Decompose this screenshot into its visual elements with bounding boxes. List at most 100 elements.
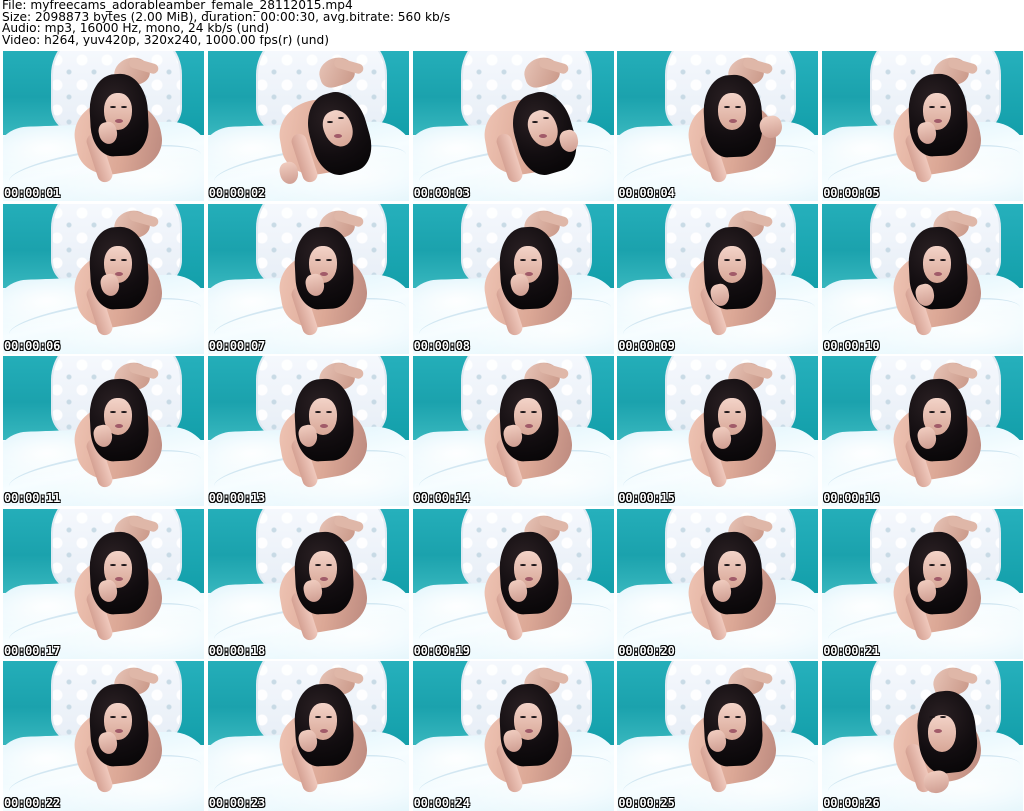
right-eye [337, 117, 344, 119]
thumbnail-timestamp: 00:00:06 [4, 338, 61, 353]
thumbnail-timestamp: 00:00:20 [618, 643, 675, 658]
right-eye [940, 258, 947, 261]
video-thumbnail: 00:00:26 [822, 661, 1024, 811]
video-thumbnail: 00:00:21 [822, 508, 1024, 659]
person-face [923, 245, 952, 283]
video-thumbnail: 00:00:03 [412, 51, 614, 201]
lips [538, 134, 547, 138]
video-thumbnail: 00:00:17 [3, 508, 204, 659]
thumbnail-timestamp: 00:00:08 [413, 338, 470, 353]
file-info-header: File: myfreecams_adorableamber_female_28… [2, 0, 1012, 46]
lips [115, 729, 123, 733]
thumbnail-timestamp: 00:00:03 [413, 186, 470, 200]
right-eye [940, 563, 947, 566]
thumbnail-timestamp: 00:00:04 [618, 186, 675, 200]
video-thumbnail: 00:00:01 [3, 51, 204, 201]
thumbnail-timestamp: 00:00:24 [413, 796, 470, 810]
video-thumbnail: 00:00:05 [822, 51, 1024, 201]
lips [934, 271, 943, 276]
video-thumbnail: 00:00:08 [412, 203, 614, 354]
thumbnail-timestamp: 00:00:22 [4, 796, 61, 810]
left-eye [929, 563, 936, 566]
lips [729, 576, 738, 581]
thumbnail-timestamp: 00:00:16 [823, 491, 880, 505]
lips [333, 134, 342, 138]
lips [115, 119, 123, 123]
left-eye [314, 411, 321, 413]
thumbnail-grid: 00:00:01 00:00:02 00:00:03 00:00:04 00:0… [3, 51, 1024, 811]
left-eye [519, 563, 526, 566]
right-eye [325, 411, 332, 413]
left-eye [724, 258, 731, 261]
lips [524, 424, 533, 428]
person-face [718, 245, 747, 283]
lips [319, 729, 328, 733]
lips [319, 271, 328, 276]
left-eye [519, 258, 526, 261]
right-eye [325, 258, 332, 261]
right-eye [325, 716, 332, 718]
video-info-text: Video: h264, yuv420p, 320x240, 1000.00 f… [2, 34, 329, 47]
thumbnail-timestamp: 00:00:23 [208, 796, 265, 810]
lips [319, 424, 328, 428]
lips [319, 576, 328, 581]
thumbnail-timestamp: 00:00:19 [413, 643, 470, 658]
video-thumbnail: 00:00:14 [412, 356, 614, 506]
thumbnail-timestamp: 00:00:21 [823, 643, 880, 658]
right-eye [735, 563, 742, 566]
lips [934, 576, 943, 581]
video-thumbnail: 00:00:09 [617, 203, 819, 354]
left-eye [110, 563, 116, 566]
lips [115, 271, 123, 276]
right-eye [325, 563, 332, 566]
left-eye [724, 563, 731, 566]
video-thumbnail: 00:00:19 [412, 508, 614, 659]
thumbnail-timestamp: 00:00:17 [4, 643, 61, 658]
thumbnail-timestamp: 00:00:01 [4, 186, 61, 200]
video-thumbnail: 00:00:18 [207, 508, 409, 659]
right-eye [530, 563, 537, 566]
video-thumbnail: 00:00:06 [3, 203, 204, 354]
video-thumbnail: 00:00:04 [617, 51, 819, 201]
left-eye [110, 716, 116, 718]
left-eye [314, 716, 321, 718]
left-eye [314, 258, 321, 261]
video-thumbnail: 00:00:25 [617, 661, 819, 811]
right-eye [735, 258, 742, 261]
video-thumbnail: 00:00:20 [617, 508, 819, 659]
right-eye [121, 716, 127, 718]
video-thumbnail: 00:00:23 [207, 661, 409, 811]
thumbnail-timestamp: 00:00:18 [208, 643, 265, 658]
video-thumbnail: 00:00:16 [822, 356, 1024, 506]
video-thumbnail: 00:00:11 [3, 356, 204, 506]
left-eye [314, 563, 321, 566]
right-eye [530, 716, 537, 718]
thumbnail-timestamp: 00:00:13 [208, 491, 265, 505]
left-eye [531, 121, 538, 123]
lips [524, 576, 533, 581]
thumbnail-timestamp: 00:00:11 [4, 491, 61, 505]
thumbnail-timestamp: 00:00:09 [618, 338, 675, 353]
video-thumbnail: 00:00:13 [207, 356, 409, 506]
audio-info-text: Audio: mp3, 16000 Hz, mono, 24 kb/s (und… [2, 23, 270, 35]
video-thumbnail: 00:00:07 [207, 203, 409, 354]
right-eye [121, 258, 127, 261]
lips [115, 576, 123, 581]
thumbnail-timestamp: 00:00:15 [618, 491, 675, 505]
left-eye [326, 121, 333, 123]
lips [729, 271, 738, 276]
video-thumbnail: 00:00:02 [207, 51, 409, 201]
lips [115, 424, 123, 428]
left-eye [110, 258, 116, 261]
left-eye [110, 106, 116, 108]
video-thumbnail: 00:00:15 [617, 356, 819, 506]
right-eye [121, 411, 127, 413]
right-eye [121, 106, 127, 108]
right-eye [530, 411, 537, 413]
person-face [928, 715, 957, 752]
right-eye [121, 563, 127, 566]
thumbnail-timestamp: 00:00:07 [208, 338, 265, 353]
thumbnail-timestamp: 00:00:10 [823, 338, 880, 353]
lips [524, 729, 533, 733]
thumbnail-timestamp: 00:00:25 [618, 796, 675, 810]
